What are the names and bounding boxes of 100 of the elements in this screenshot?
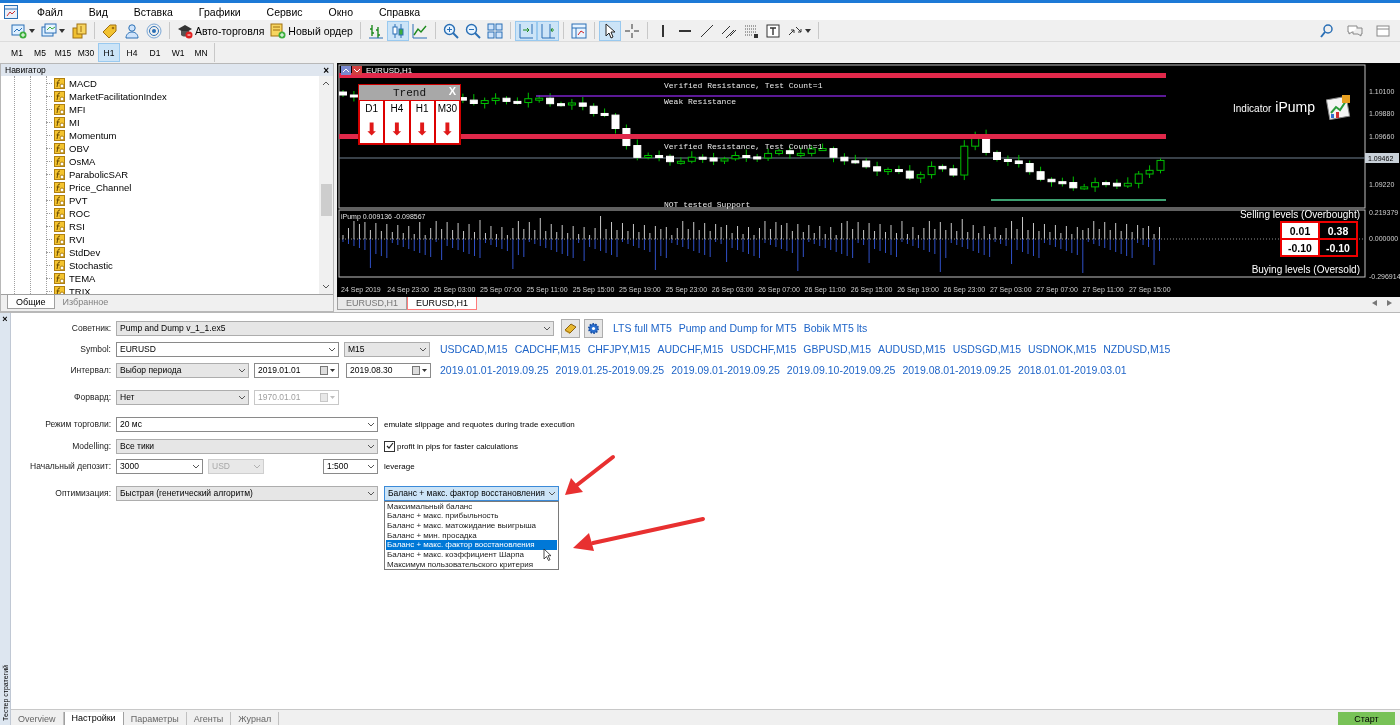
menu-item[interactable]: Файл (24, 5, 76, 18)
timeframe-button[interactable]: H1 (98, 43, 120, 62)
dropdown-option[interactable]: Баланс + макс. фактор восстановления (386, 540, 557, 550)
level-value: 0.01 (1282, 223, 1318, 238)
tab[interactable]: Общие (7, 295, 55, 309)
dropdown[interactable]: Все тики (116, 438, 378, 454)
chart-shift-button[interactable] (536, 20, 559, 41)
tab[interactable]: Параметры (123, 711, 187, 725)
dropdown[interactable]: 1:500 (323, 458, 378, 474)
scroll-up-icon[interactable] (322, 80, 330, 86)
chart-tab[interactable]: EURUSD,H1 (407, 297, 478, 310)
tree-item[interactable]: Stochastic (1, 259, 319, 272)
timeframe-button[interactable]: H4 (121, 43, 143, 62)
tree-item[interactable]: MFI (1, 103, 319, 116)
link[interactable]: NZDUSD,M15 (1103, 343, 1171, 355)
tree-item[interactable]: OsMA (1, 155, 319, 168)
close-button[interactable]: × (323, 64, 329, 76)
close-button[interactable]: × (2, 315, 8, 324)
timeframe-button[interactable]: D1 (144, 43, 166, 62)
link[interactable]: USDSGD,M15 (952, 343, 1021, 355)
book-button[interactable] (561, 318, 580, 338)
dropdown-option[interactable]: Баланс + мин. просадка (386, 530, 557, 541)
dropdown[interactable]: 3000 (116, 458, 203, 474)
link[interactable]: AUDUSD,M15 (878, 343, 946, 355)
dropdown[interactable]: M15 (344, 341, 430, 357)
dropdown[interactable]: Pump and Dump v_1_1.ex5 (116, 320, 554, 336)
menu-item[interactable]: Графики (185, 5, 254, 18)
link[interactable]: Bobik MT5 lts (803, 322, 868, 334)
dropdown-option[interactable]: Баланс + макс. прибыльность (386, 511, 557, 521)
timeframe-button[interactable]: M5 (29, 43, 51, 62)
dropdown[interactable]: 20 мс (116, 416, 378, 432)
scroll-down-icon[interactable] (322, 284, 330, 290)
scroll-left-icon[interactable] (1372, 300, 1377, 306)
tree-item[interactable]: StdDev (1, 246, 319, 259)
link[interactable]: 2018.01.01-2019.03.01 (1018, 364, 1127, 376)
dropdown-option[interactable]: Максимальный баланс (386, 501, 557, 512)
broadcast-button[interactable] (143, 20, 165, 41)
dropdown[interactable]: Нет (116, 389, 249, 405)
chart-tab[interactable]: EURUSD,H1 (337, 297, 407, 310)
toolbar-button[interactable]: Новый ордер (267, 20, 356, 41)
tree-item[interactable]: ROC (1, 207, 319, 220)
tab[interactable]: Overview (11, 711, 64, 725)
tab[interactable]: Журнал (231, 711, 280, 725)
link[interactable]: 2019.08.01-2019.09.25 (902, 364, 1012, 376)
dropdown[interactable]: Быстрая (генетический алгоритм) (116, 485, 378, 501)
dropdown-option[interactable]: Баланс + макс. матожидание выигрыша (386, 520, 557, 531)
menu-item[interactable]: Сервис (253, 5, 316, 18)
tree-item[interactable]: MarketFacilitationIndex (1, 90, 319, 103)
tree-item[interactable]: PVT (1, 194, 319, 207)
scroll-right-icon[interactable] (1387, 300, 1392, 306)
scroll-thumb[interactable] (320, 184, 332, 216)
dropdown[interactable]: Выбор периода (116, 362, 249, 378)
link[interactable]: USDNOK,M15 (1027, 343, 1097, 355)
menu-item[interactable]: Окно (315, 5, 366, 18)
tree-item[interactable]: RVI (1, 233, 319, 246)
tree-item[interactable]: MI (1, 116, 319, 129)
link[interactable]: 2019.09.10-2019.09.25 (786, 364, 896, 376)
tree-item[interactable]: Price_Channel (1, 181, 319, 194)
link[interactable]: USDCHF,M15 (730, 343, 797, 355)
checkbox[interactable]: profit in pips for faster calculations (384, 440, 518, 452)
start-button[interactable]: Старт (1338, 711, 1395, 725)
settings-button[interactable] (584, 318, 603, 338)
dropdown-option[interactable]: Максимум пользовательского критерия (386, 559, 557, 570)
link[interactable]: GBPUSD,M15 (803, 343, 871, 355)
tree-item[interactable]: Momentum (1, 129, 319, 142)
link[interactable]: CHFJPY,M15 (587, 343, 651, 355)
function-icon (54, 169, 65, 180)
link[interactable]: 2019.01.01-2019.09.25 (440, 364, 549, 376)
pointer-button[interactable] (598, 20, 621, 41)
link[interactable]: 2019.01.25-2019.09.25 (555, 364, 665, 376)
fibonacci-icon (742, 22, 759, 39)
link[interactable]: CADCHF,M15 (514, 343, 581, 355)
link[interactable]: USDCAD,M15 (440, 343, 508, 355)
tab[interactable]: Агенты (186, 711, 232, 725)
dropdown[interactable]: EURUSD (116, 341, 339, 357)
tree-item[interactable]: ParabolicSAR (1, 168, 319, 181)
tree-item[interactable]: OBV (1, 142, 319, 155)
timeframe-button[interactable]: M30 (75, 43, 97, 62)
tab[interactable]: Настройки (63, 711, 124, 725)
scroll-right-button[interactable] (514, 20, 537, 41)
candlestick-button[interactable] (386, 20, 409, 41)
menu-item[interactable]: Вставка (120, 5, 186, 18)
link[interactable]: 2019.09.01-2019.09.25 (671, 364, 780, 376)
tree-item[interactable]: TEMA (1, 272, 319, 285)
tree-item[interactable]: RSI (1, 220, 319, 233)
link[interactable]: AUDCHF,M15 (657, 343, 724, 355)
link[interactable]: LTS full MT5 (613, 322, 672, 334)
timeframe-button[interactable]: M1 (6, 43, 28, 62)
link[interactable]: Pump and Dump for MT5 (678, 322, 797, 334)
dropdown-option[interactable]: Баланс + макс. коэффициент Шарпа (386, 549, 557, 560)
menu-item[interactable]: Справка (366, 5, 434, 18)
menu-item[interactable]: Вид (75, 5, 121, 18)
date-field[interactable]: 2019.01.01 (254, 362, 339, 378)
date-field[interactable]: 2019.08.30 (346, 362, 431, 378)
timeframe-button[interactable]: M15 (52, 43, 74, 62)
timeframe-button[interactable]: MN (190, 43, 212, 62)
toolbar-button[interactable]: Авто-торговля (174, 20, 268, 41)
timeframe-button[interactable]: W1 (167, 43, 189, 62)
tree-item[interactable]: MACD (1, 77, 319, 90)
tab[interactable]: Избранное (54, 295, 117, 309)
